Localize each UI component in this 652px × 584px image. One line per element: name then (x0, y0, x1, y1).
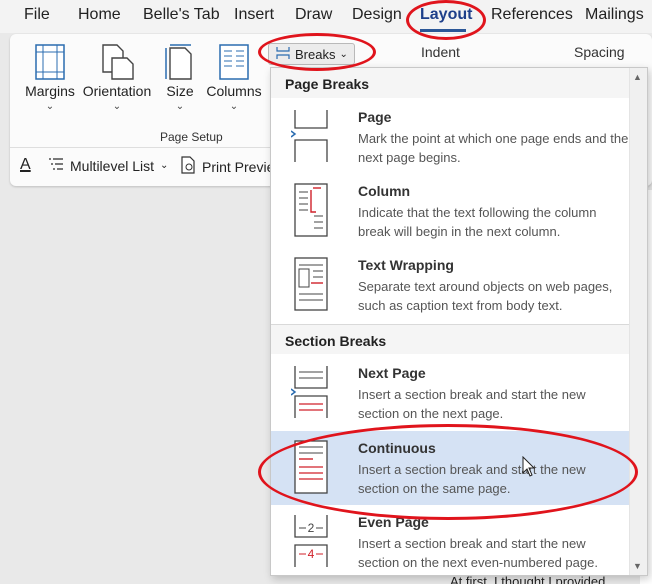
text-wrapping-description: Separate text around objects on web page… (358, 279, 613, 313)
columns-label: Columns (206, 83, 262, 99)
next-page-item[interactable]: Next Page Insert a section break and sta… (271, 356, 631, 430)
print-preview-button[interactable]: Print Previe (180, 156, 274, 177)
tab-references[interactable]: References (491, 6, 573, 24)
chevron-down-icon: ⌄ (160, 160, 169, 171)
text-wrapping-item[interactable]: Text Wrapping Separate text around objec… (271, 248, 631, 322)
dropdown-scrollbar[interactable]: ▲ ▼ (629, 68, 647, 575)
multilevel-list-button[interactable]: Multilevel List ⌄ (48, 156, 168, 175)
even-page-icon: 24 (291, 513, 331, 569)
page-breaks-header: Page Breaks (271, 68, 631, 98)
column-break-icon (291, 182, 331, 238)
tab-home[interactable]: Home (78, 6, 121, 24)
column-break-item[interactable]: Column Indicate that the text following … (271, 174, 631, 248)
font-color-button[interactable]: A (20, 156, 31, 174)
svg-text:2: 2 (308, 521, 315, 535)
multilevel-list-label: Multilevel List (70, 157, 155, 174)
tab-draw[interactable]: Draw (295, 6, 332, 24)
margins-label: Margins (25, 83, 75, 99)
even-page-description: Insert a section break and start the new… (358, 536, 598, 570)
font-color-icon: A (20, 156, 31, 173)
page-break-title: Page (358, 109, 392, 125)
column-break-title: Column (358, 183, 411, 199)
spacing-label: Spacing (574, 44, 625, 60)
multilevel-list-icon (48, 156, 64, 175)
chevron-down-icon: ⌄ (45, 101, 55, 112)
tab-file[interactable]: File (24, 6, 50, 24)
text-wrapping-icon (291, 256, 331, 312)
column-break-description: Indicate that the text following the col… (358, 205, 597, 239)
continuous-annotation (258, 424, 638, 520)
breaks-button-annotation (258, 33, 376, 71)
layout-tab-annotation (406, 0, 486, 40)
page-break-description: Mark the point at which one page ends an… (358, 131, 629, 165)
next-page-description: Insert a section break and start the new… (358, 387, 586, 421)
tab-belles-tab[interactable]: Belle's Tab (143, 6, 220, 24)
print-preview-icon (180, 156, 196, 177)
menu-bar: File Home Belle's Tab Insert Draw Design… (0, 0, 652, 33)
svg-text:4: 4 (308, 547, 315, 561)
section-breaks-header: Section Breaks (271, 324, 631, 354)
chevron-down-icon: ⌄ (229, 101, 239, 112)
next-page-title: Next Page (358, 365, 426, 381)
size-label: Size (166, 83, 194, 99)
scroll-down-icon[interactable]: ▼ (633, 561, 642, 571)
scroll-up-icon[interactable]: ▲ (633, 72, 642, 82)
indent-label: Indent (421, 44, 460, 60)
columns-icon (206, 42, 262, 80)
orientation-icon (82, 42, 152, 80)
page-setup-group-label: Page Setup (160, 130, 223, 144)
tab-design[interactable]: Design (352, 6, 402, 24)
next-page-icon (290, 364, 331, 420)
margins-icon (24, 42, 76, 80)
page-break-icon (290, 108, 331, 164)
tab-mailings[interactable]: Mailings (585, 6, 644, 24)
chevron-down-icon: ⌄ (175, 101, 185, 112)
size-button[interactable]: Size ⌄ (162, 42, 198, 112)
print-preview-label: Print Previe (202, 158, 275, 175)
page-break-item[interactable]: Page Mark the point at which one page en… (271, 100, 631, 174)
chevron-down-icon: ⌄ (112, 101, 122, 112)
margins-button[interactable]: Margins ⌄ (24, 42, 76, 112)
ribbon-divider (10, 147, 270, 148)
columns-button[interactable]: Columns ⌄ (206, 42, 262, 112)
size-icon (162, 42, 198, 80)
text-wrapping-title: Text Wrapping (358, 257, 454, 273)
orientation-label: Orientation (82, 83, 152, 99)
tab-insert[interactable]: Insert (234, 6, 274, 24)
orientation-button[interactable]: Orientation ⌄ (82, 42, 152, 112)
